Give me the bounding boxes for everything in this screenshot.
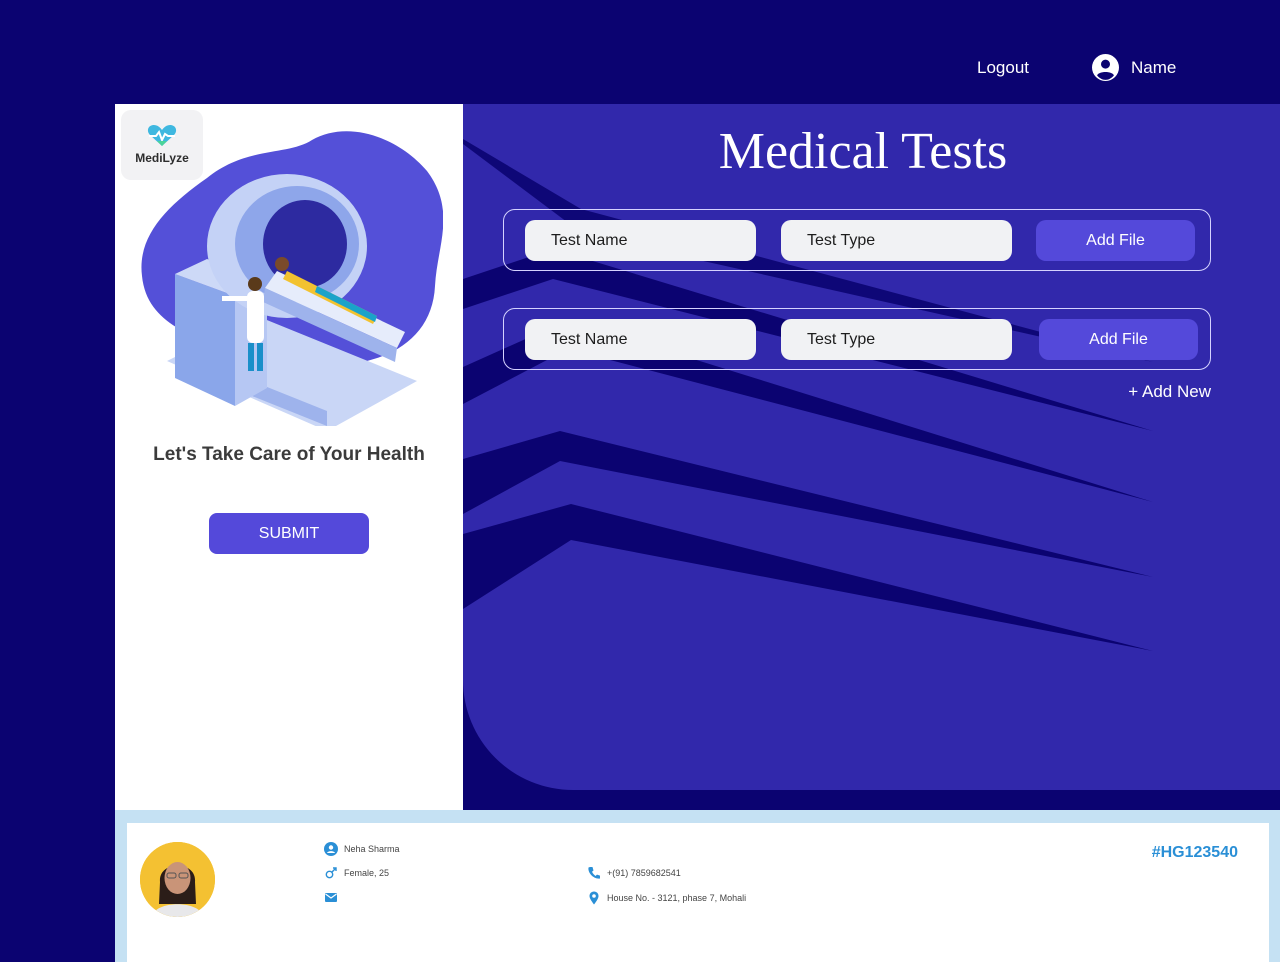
patient-card: Neha Sharma Female, 25 +(91) 7859682541 (127, 823, 1269, 962)
location-pin-icon (589, 891, 599, 905)
decorative-stripes (463, 139, 1153, 651)
test-type-input[interactable] (781, 220, 1012, 261)
gender-icon (325, 867, 337, 879)
user-name: Name (1131, 57, 1177, 77)
tagline: Let's Take Care of Your Health (153, 444, 425, 465)
user-menu[interactable]: Name (1092, 54, 1176, 81)
patient-phone: +(91) 7859682541 (607, 868, 681, 878)
test-name-input[interactable] (525, 220, 756, 261)
test-row: Add File (503, 308, 1211, 370)
add-new-link[interactable]: + Add New (1128, 382, 1211, 402)
logo-text: MediLyze (135, 151, 189, 165)
patient-photo (140, 842, 215, 917)
patient-id: #HG123540 (1151, 844, 1238, 861)
patient-name: Neha Sharma (344, 844, 400, 854)
submit-button[interactable]: SUBMIT (209, 513, 369, 554)
patient-card-frame: Neha Sharma Female, 25 +(91) 7859682541 (115, 810, 1280, 962)
person-icon (324, 842, 338, 856)
patient-phone-line: +(91) 7859682541 (587, 866, 681, 880)
medilyze-logo[interactable]: MediLyze (121, 110, 203, 180)
test-name-input[interactable] (525, 319, 756, 360)
heart-pulse-icon (147, 125, 177, 146)
avatar (140, 842, 215, 917)
patient-gender-line: Female, 25 (324, 866, 389, 880)
medical-tests-panel: Medical Tests Add File Add File + Add Ne… (463, 104, 1280, 790)
account-circle-icon (1092, 54, 1119, 81)
test-row: Add File (503, 209, 1211, 271)
left-panel: MediLyze Let's Take Care of Your Health … (115, 104, 463, 810)
patient-gender-age: Female, 25 (344, 868, 390, 878)
page-title: Medical Tests (718, 123, 1008, 180)
add-file-button[interactable]: Add File (1036, 220, 1195, 261)
phone-icon (588, 867, 600, 879)
top-bar: Logout Name (0, 0, 1280, 104)
mail-icon (325, 893, 337, 902)
test-type-input[interactable] (781, 319, 1012, 360)
patient-name-line: Neha Sharma (324, 842, 400, 856)
patient-email-line (324, 890, 344, 904)
patient-address-line: House No. - 3121, phase 7, Mohali (587, 891, 746, 905)
patient-address: House No. - 3121, phase 7, Mohali (607, 893, 747, 903)
add-file-button[interactable]: Add File (1039, 319, 1198, 360)
logout-link[interactable]: Logout (977, 58, 1029, 78)
